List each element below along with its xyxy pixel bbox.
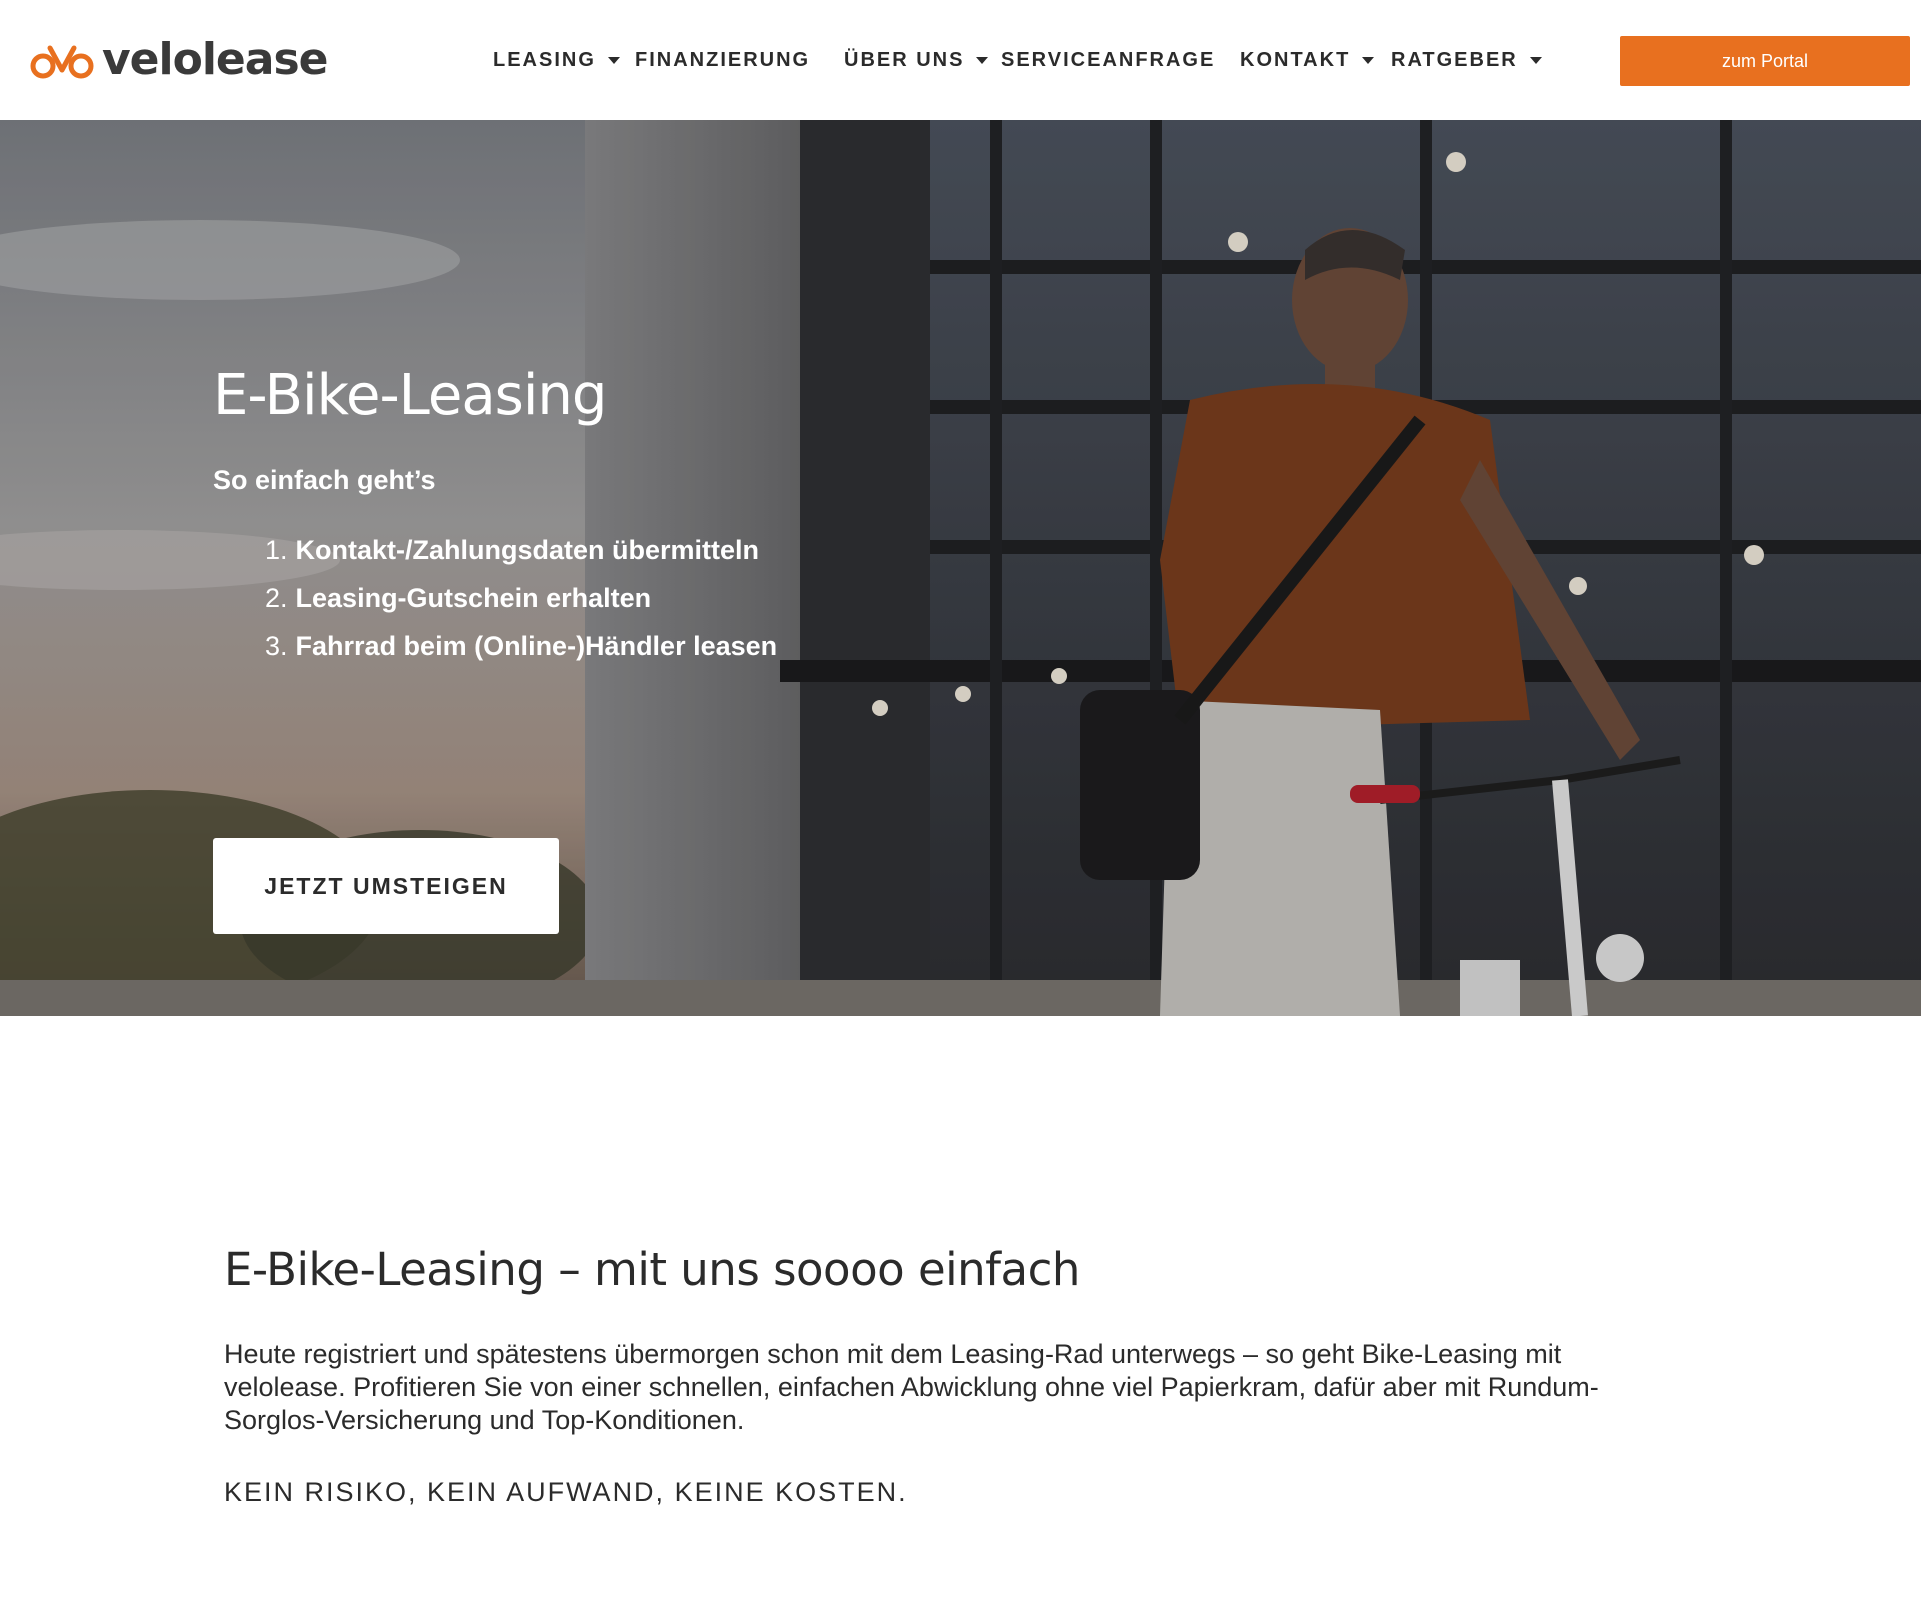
hero-subtitle: So einfach geht’s — [213, 465, 436, 495]
chevron-down-icon — [976, 56, 989, 64]
step-text: Kontakt-/Zahlungsdaten übermitteln — [295, 535, 760, 565]
nav-item-label: RATGEBER — [1391, 48, 1518, 71]
step-number: 3. — [265, 631, 288, 661]
intro-section: E-Bike-Leasing – mit uns soooo einfach H… — [224, 1240, 1664, 1508]
nav-item-ueber-uns[interactable]: ÜBER UNS — [844, 45, 989, 75]
hero-title: E-Bike-Leasing — [213, 363, 607, 428]
jetzt-umsteigen-button[interactable]: JETZT UMSTEIGEN — [213, 838, 559, 934]
chevron-down-icon — [607, 56, 620, 64]
step-number: 1. — [265, 535, 288, 565]
nav-item-ratgeber[interactable]: RATGEBER — [1391, 45, 1542, 75]
step-text: Leasing-Gutschein erhalten — [295, 583, 652, 613]
nav-item-label: SERVICEANFRAGE — [1001, 48, 1216, 71]
nav-item-kontakt[interactable]: KONTAKT — [1240, 45, 1375, 75]
list-item: 3. Fahrrad beim (Online-)Händler leasen — [265, 622, 777, 670]
list-item: 1. Kontakt-/Zahlungsdaten übermitteln — [265, 526, 777, 574]
steps-list: 1. Kontakt-/Zahlungsdaten übermitteln 2.… — [265, 526, 777, 670]
hero-content: E-Bike-Leasing So einfach geht’s 1. Kont… — [213, 360, 777, 934]
chevron-down-icon — [1529, 56, 1542, 64]
site-header: velolease LEASING FINANZIERUNG ÜBER UNS … — [0, 0, 1921, 120]
list-item: 2. Leasing-Gutschein erhalten — [265, 574, 777, 622]
chevron-down-icon — [1362, 56, 1375, 64]
nav-item-label: FINANZIERUNG — [635, 48, 811, 71]
intro-tagline: KEIN RISIKO, KEIN AUFWAND, KEINE KOSTEN. — [224, 1477, 908, 1507]
nav-item-serviceanfrage[interactable]: SERVICEANFRAGE — [1001, 45, 1215, 75]
intro-title: E-Bike-Leasing – mit uns soooo einfach — [224, 1243, 1080, 1296]
step-number: 2. — [265, 583, 288, 613]
hero-section: E-Bike-Leasing So einfach geht’s 1. Kont… — [0, 120, 1921, 1016]
nav-item-leasing[interactable]: LEASING — [493, 45, 620, 75]
portal-button[interactable]: zum Portal — [1620, 36, 1910, 86]
nav-item-finanzierung[interactable]: FINANZIERUNG — [635, 45, 810, 75]
intro-text: Heute registriert und spätestens übermor… — [224, 1339, 1599, 1435]
nav-item-label: LEASING — [493, 48, 596, 71]
nav-item-label: KONTAKT — [1240, 48, 1351, 71]
nav-item-label: ÜBER UNS — [844, 48, 965, 71]
step-text: Fahrrad beim (Online-)Händler leasen — [295, 631, 778, 661]
